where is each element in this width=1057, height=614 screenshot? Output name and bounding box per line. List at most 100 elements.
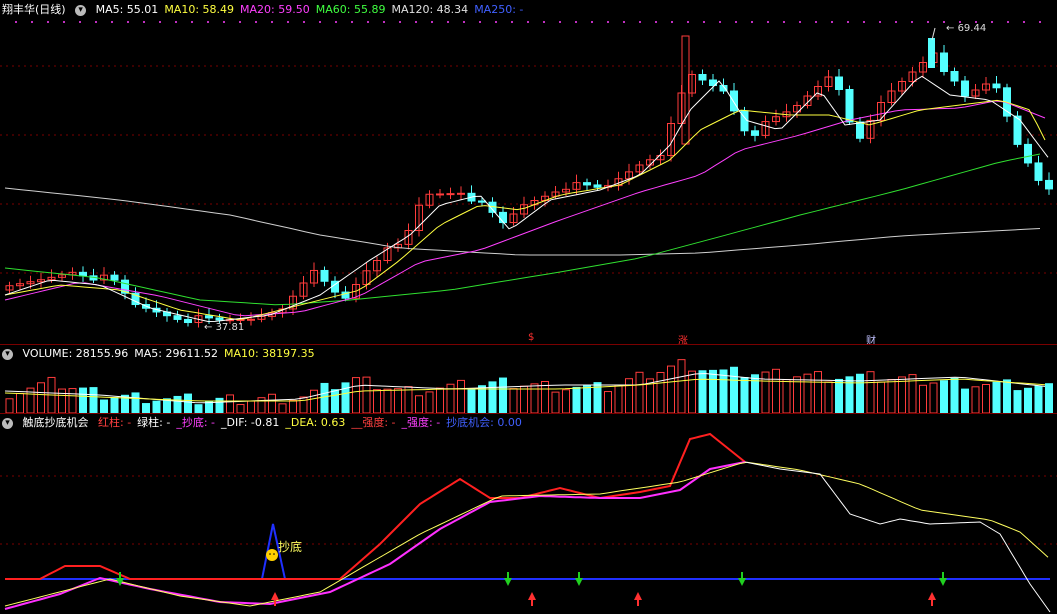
volume-bar: [383, 388, 392, 413]
price-panel[interactable]: 翔丰华(日线) ▾ MA5: 55.01 MA10: 58.49 MA20: 59.…: [0, 0, 1057, 347]
volume-bar: [404, 386, 413, 413]
dot-marker: [575, 21, 577, 23]
dot-marker: [527, 21, 529, 23]
indicator-label-3: _DIF: -0.81: [221, 416, 280, 429]
dot-marker: [463, 21, 465, 23]
sell-arrow-icon: [504, 578, 512, 586]
event-tag-dollar[interactable]: $: [528, 332, 534, 343]
volume-bar: [667, 365, 675, 413]
buy-arrow-icon: [928, 592, 936, 600]
volume-bar: [583, 384, 591, 413]
volume-bar: [961, 388, 969, 413]
dot-marker: [31, 21, 33, 23]
high-price-label: ← 69.44: [946, 23, 987, 34]
dot-marker: [863, 21, 865, 23]
volume-bar: [709, 369, 717, 413]
candle-body: [247, 318, 255, 321]
volume-bar: [16, 392, 24, 413]
dot-marker: [591, 21, 593, 23]
high-price-value: 69.44: [957, 23, 987, 34]
dot-marker: [559, 21, 561, 23]
sell-arrow-icon: [939, 578, 947, 586]
volume-bar: [79, 387, 87, 413]
volume-bar: [289, 399, 297, 413]
dea-line: [4, 461, 1049, 607]
candle-body: [593, 184, 602, 188]
candle-body: [184, 318, 192, 324]
candle-body: [457, 192, 465, 195]
indicator-settings-icon[interactable]: ▾: [2, 417, 13, 429]
volume-ma5-line: [4, 372, 1046, 404]
dot-marker: [879, 21, 881, 23]
dot-marker: [911, 21, 913, 23]
dot-marker: [1023, 21, 1025, 23]
indicator-header: ▾ 触底抄底机会 红柱: - 绿柱: - _抄底: - _DIF: -0.81 _DEA…: [2, 416, 534, 430]
dot-marker: [399, 21, 401, 23]
candle-body: [730, 90, 738, 112]
candle-body: [478, 200, 486, 203]
volume-bar: [467, 389, 476, 413]
candle-body: [681, 35, 690, 145]
indicator-chart[interactable]: [0, 414, 1057, 614]
settings-gear-icon[interactable]: ▾: [75, 4, 87, 16]
candle-body: [446, 193, 455, 196]
volume-bar: [940, 380, 948, 413]
dot-marker: [191, 21, 193, 23]
smiley-eye: [273, 553, 275, 555]
volume-settings-icon[interactable]: ▾: [2, 348, 13, 360]
volume-bar: [835, 378, 843, 413]
dot-marker: [143, 21, 145, 23]
volume-bar: [110, 397, 119, 413]
dot-marker: [735, 21, 737, 23]
dot-marker: [207, 21, 209, 23]
volume-bar: [152, 400, 161, 413]
dot-marker: [15, 21, 17, 23]
volume-bar: [730, 366, 738, 413]
dot-marker: [895, 21, 897, 23]
ma5-line: [4, 75, 1049, 323]
dot-marker: [351, 21, 353, 23]
low-price-value: 37.81: [215, 322, 245, 333]
volume-bar: [310, 389, 318, 413]
volume-label-1: MA5: 29611.52: [134, 347, 218, 360]
candle-body: [436, 193, 444, 196]
strength-red-line: [5, 432, 746, 580]
buy-arrow-icon: [271, 592, 279, 600]
price-chart[interactable]: [0, 0, 1057, 344]
volume-bar: [919, 384, 927, 413]
volume-bar: [1045, 383, 1053, 413]
volume-panel[interactable]: ▾ VOLUME: 28155.96 MA5: 29611.52 MA10: 381…: [0, 345, 1057, 413]
candle-body: [583, 182, 591, 186]
volume-bar: [877, 381, 885, 413]
volume-bar: [971, 386, 980, 413]
volume-bar: [887, 379, 896, 413]
volume-bar: [299, 396, 308, 413]
dif-line: [744, 461, 1051, 613]
indicator-legend: 红柱: - 绿柱: - _抄底: - _DIF: -0.81 _DEA: 0.63 __强…: [98, 416, 528, 429]
indicator-panel[interactable]: ▾ 触底抄底机会 红柱: - 绿柱: - _抄底: - _DIF: -0.81 _DEA…: [0, 414, 1057, 614]
volume-bar: [457, 379, 465, 413]
volume-bar: [205, 401, 213, 413]
dot-marker: [751, 21, 753, 23]
candle-body: [1045, 179, 1053, 190]
dot-marker: [127, 21, 129, 23]
dot-marker: [159, 21, 161, 23]
volume-bar: [541, 380, 549, 413]
dot-marker: [255, 21, 257, 23]
dot-marker: [927, 21, 929, 23]
volume-bar: [656, 371, 665, 413]
price-header: 翔丰华(日线) ▾ MA5: 55.01 MA10: 58.49 MA20: 59.…: [2, 3, 535, 17]
volume-bar: [488, 381, 497, 413]
candle-body: [173, 315, 182, 320]
indicator-label-4: _DEA: 0.63: [285, 416, 346, 429]
volume-bar: [530, 383, 539, 413]
candle-body: [940, 52, 948, 72]
dot-marker: [447, 21, 449, 23]
volume-bar: [761, 371, 770, 413]
dot-marker: [1007, 21, 1009, 23]
dot-marker: [223, 21, 225, 23]
volume-bar: [499, 377, 507, 413]
volume-bar: [520, 385, 528, 413]
dot-marker: [767, 21, 769, 23]
volume-bar: [415, 395, 423, 413]
